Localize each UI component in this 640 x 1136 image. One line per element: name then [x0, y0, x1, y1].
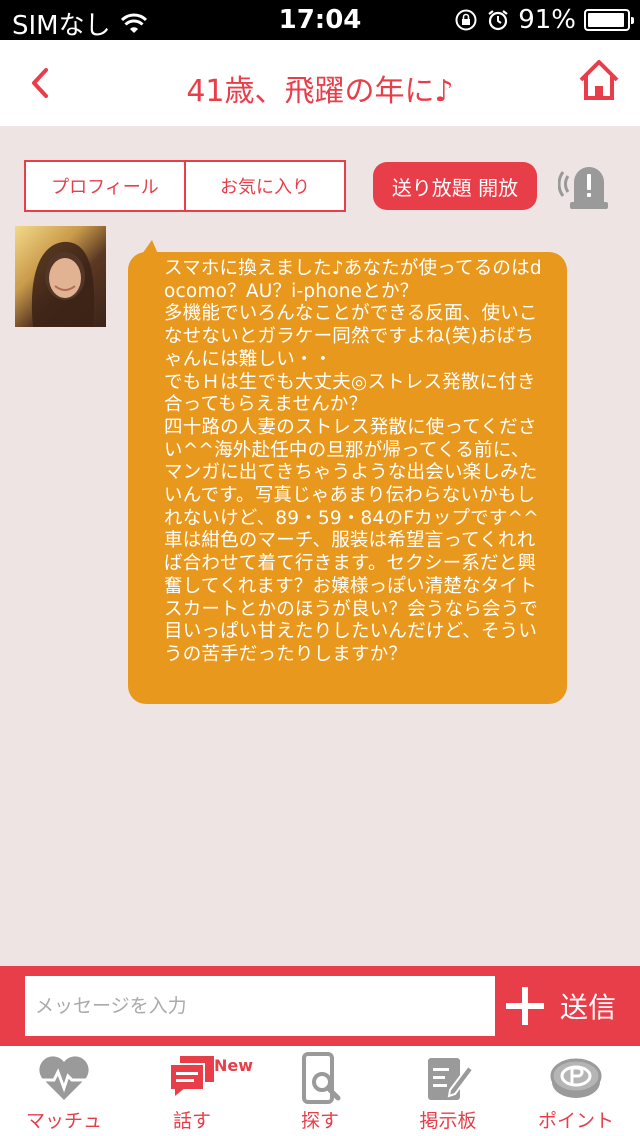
heart-pulse-icon — [39, 1056, 89, 1100]
tab-label: 話す — [172, 1110, 211, 1132]
message-bubble: スマホに換えました♪あなたが使ってるのはdocomo？AU？i-phoneとか？… — [128, 252, 567, 704]
tab-label: 掲示板 — [419, 1110, 477, 1132]
rotation-lock-icon — [455, 9, 477, 31]
tab-board[interactable]: 掲示板 — [384, 1046, 512, 1136]
battery-percent: 91% — [518, 5, 576, 35]
page-title: 41歳、飛躍の年に♪ — [186, 74, 454, 109]
send-button[interactable]: 送信 — [504, 978, 634, 1034]
tab-points[interactable]: ポイント — [512, 1046, 640, 1136]
alert-siren-icon[interactable] — [558, 158, 618, 214]
tab-bar: マッチュ New 話す 探す 掲示板 ポイント — [0, 1046, 640, 1136]
profile-button[interactable]: プロフィール — [26, 162, 184, 210]
tab-search[interactable]: 探す — [256, 1046, 384, 1136]
tab-label: マッチュ — [25, 1110, 102, 1132]
alarm-icon — [488, 10, 508, 31]
avatar[interactable] — [15, 226, 106, 327]
board-edit-icon — [428, 1058, 475, 1100]
status-right: 91% — [454, 5, 634, 35]
home-icon[interactable] — [576, 56, 622, 106]
header: 41歳、飛躍の年に♪ — [0, 40, 640, 126]
tab-label: ポイント — [537, 1110, 614, 1132]
new-badge: New — [214, 1056, 254, 1075]
unlimited-send-button[interactable]: 送り放題 開放 — [373, 162, 537, 210]
battery-icon — [584, 9, 634, 31]
profile-favorite-group: プロフィール お気に入り — [24, 160, 346, 212]
back-button[interactable] — [18, 56, 68, 110]
status-bar: SIMなし 17:04 91% — [0, 0, 640, 41]
phone-search-icon — [302, 1052, 341, 1104]
tab-talk[interactable]: New 話す — [128, 1046, 256, 1136]
chat-bubble-icon — [169, 1056, 214, 1101]
avatar-photo — [31, 241, 95, 327]
input-bar: 送信 — [0, 966, 640, 1046]
message-input[interactable] — [25, 976, 495, 1036]
favorite-button[interactable]: お気に入り — [184, 162, 344, 210]
tab-label: 探す — [300, 1110, 339, 1132]
tab-match[interactable]: マッチュ — [0, 1046, 128, 1136]
plus-icon — [506, 987, 544, 1025]
point-coin-icon — [550, 1058, 602, 1098]
send-label: 送信 — [560, 991, 617, 1024]
